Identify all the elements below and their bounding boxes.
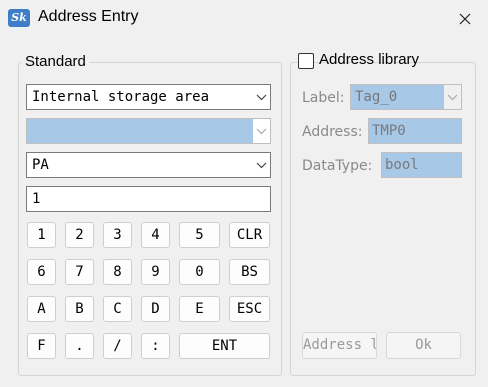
- key-c[interactable]: C: [103, 296, 132, 322]
- register-select[interactable]: PA: [26, 152, 271, 178]
- datatype-field-box[interactable]: [381, 152, 462, 178]
- storage-area-select[interactable]: Internal storage area: [26, 84, 271, 110]
- key-d[interactable]: D: [141, 296, 170, 322]
- key-slash[interactable]: /: [103, 333, 132, 359]
- key-a[interactable]: A: [27, 296, 56, 322]
- key-0[interactable]: 0: [179, 259, 220, 285]
- key-8[interactable]: 8: [103, 259, 132, 285]
- address-field-box[interactable]: [368, 118, 462, 144]
- device-select[interactable]: [26, 118, 271, 144]
- label-value: Tag_0: [355, 89, 398, 105]
- app-icon: Sk: [8, 9, 30, 27]
- address-library-label: Address library: [319, 51, 420, 68]
- datatype-field[interactable]: [382, 153, 461, 177]
- chevron-down-icon: [444, 85, 461, 109]
- window-title: Address Entry: [38, 8, 139, 25]
- standard-legend: Standard: [22, 53, 89, 70]
- key-9[interactable]: 9: [141, 259, 170, 285]
- address-caption: Address:: [302, 124, 363, 140]
- key-esc[interactable]: ESC: [229, 296, 270, 322]
- title-bar: Sk Address Entry: [0, 0, 488, 38]
- key-5[interactable]: 5: [179, 222, 220, 248]
- key-2[interactable]: 2: [65, 222, 94, 248]
- address-library-checkbox[interactable]: [298, 53, 314, 69]
- chevron-down-icon: [253, 153, 270, 177]
- key-dot[interactable]: .: [65, 333, 94, 359]
- label-select[interactable]: Tag_0: [350, 84, 462, 110]
- value-input-box[interactable]: [26, 186, 271, 212]
- close-icon: [459, 13, 471, 25]
- key-f[interactable]: F: [27, 333, 56, 359]
- datatype-caption: DataType:: [302, 158, 373, 174]
- value-input[interactable]: [27, 187, 270, 211]
- address-lib-button[interactable]: Address lib: [302, 332, 377, 359]
- key-6[interactable]: 6: [27, 259, 56, 285]
- ok-button[interactable]: Ok: [386, 332, 461, 359]
- key-b[interactable]: B: [65, 296, 94, 322]
- chevron-down-icon: [253, 85, 270, 109]
- key-7[interactable]: 7: [65, 259, 94, 285]
- key-1[interactable]: 1: [27, 222, 56, 248]
- label-caption: Label:: [302, 90, 345, 106]
- storage-area-value: Internal storage area: [32, 89, 210, 105]
- address-field[interactable]: [369, 119, 461, 143]
- key-ent[interactable]: ENT: [179, 333, 270, 359]
- chevron-down-icon: [253, 119, 270, 143]
- key-3[interactable]: 3: [103, 222, 132, 248]
- key-e[interactable]: E: [179, 296, 220, 322]
- key-bs[interactable]: BS: [229, 259, 270, 285]
- register-value: PA: [32, 157, 49, 173]
- key-clr[interactable]: CLR: [229, 222, 270, 248]
- key-colon[interactable]: :: [141, 333, 170, 359]
- close-button[interactable]: [452, 6, 478, 32]
- key-4[interactable]: 4: [141, 222, 170, 248]
